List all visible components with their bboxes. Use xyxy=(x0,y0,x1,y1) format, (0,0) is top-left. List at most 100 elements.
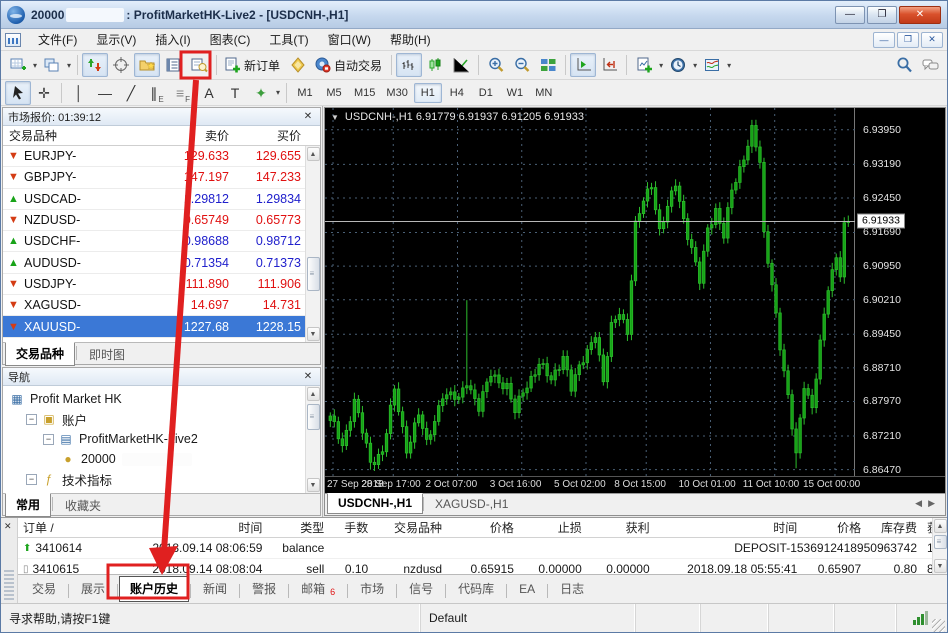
status-profile[interactable]: Default xyxy=(421,604,636,632)
navigator-scrollbar[interactable]: ▲ ▼ xyxy=(305,386,320,493)
trendline-tool[interactable]: ╱ xyxy=(118,81,144,105)
market-row-EURJPY[interactable]: ▼EURJPY-129.633129.655 xyxy=(3,146,305,167)
scroll-down-icon[interactable]: ▼ xyxy=(307,478,320,492)
metaeditor-button[interactable] xyxy=(285,53,311,77)
cursor-tool[interactable] xyxy=(5,81,31,105)
indicators-button[interactable] xyxy=(631,53,657,77)
docked-panel-grip[interactable]: ✕ xyxy=(1,518,18,603)
timeframe-d1-button[interactable]: D1 xyxy=(472,83,500,103)
chart-shift-toggle[interactable] xyxy=(596,53,622,77)
terminal-tab-4[interactable]: 新闻 xyxy=(192,576,238,602)
navigator-toggle[interactable] xyxy=(134,53,160,77)
time-axis[interactable]: 27 Sep 201828 Sep 17:002 Oct 07:003 Oct … xyxy=(325,476,945,493)
close-button[interactable]: ✕ xyxy=(899,6,941,24)
terminal-column-12[interactable]: 获利 xyxy=(922,519,932,536)
terminal-tab-9[interactable]: 代码库 xyxy=(447,576,505,602)
tile-windows-button[interactable] xyxy=(535,53,561,77)
channel-tool[interactable]: ∥E xyxy=(144,81,170,105)
templates-button-dropdown-icon[interactable]: ▾ xyxy=(725,61,733,70)
collapse-icon[interactable]: − xyxy=(26,474,37,485)
menu-item-3[interactable]: 插入(I) xyxy=(146,29,199,50)
terminal-tab-7[interactable]: 市场 xyxy=(349,576,395,602)
auto-scroll-toggle[interactable] xyxy=(570,53,596,77)
crosshair-tool[interactable]: ✛ xyxy=(31,81,57,105)
menu-item-5[interactable]: 工具(T) xyxy=(260,29,317,50)
collapse-icon[interactable]: − xyxy=(26,414,37,425)
chart-tab-1[interactable]: USDCNH-,H1 xyxy=(327,493,423,514)
terminal-column-9[interactable]: 时间 xyxy=(655,519,803,536)
autotrading-button[interactable]: 自动交易 xyxy=(311,53,387,77)
periods-button[interactable] xyxy=(665,53,691,77)
terminal-tab-10[interactable]: EA xyxy=(508,578,546,601)
market-watch-toggle[interactable] xyxy=(82,53,108,77)
child-minimize-button[interactable]: — xyxy=(873,32,895,48)
terminal-column-4[interactable]: 手数 xyxy=(329,519,373,536)
navigator-item-3[interactable]: −▤ProfitMarketHK-Live2 xyxy=(3,429,305,449)
scroll-up-icon[interactable]: ▲ xyxy=(307,387,320,401)
menu-item-7[interactable]: 帮助(H) xyxy=(381,29,440,50)
terminal-column-1[interactable]: 订单 / xyxy=(18,519,118,536)
minimize-button[interactable]: — xyxy=(835,6,865,24)
terminal-row-3410614[interactable]: ⬆34106142018.09.14 08:06:59balanceDEPOSI… xyxy=(18,538,932,559)
chart-window-icon[interactable] xyxy=(5,33,21,47)
profiles-button[interactable] xyxy=(39,53,65,77)
terminal-tab-11[interactable]: 日志 xyxy=(549,576,595,602)
terminal-tab-2[interactable]: 展示 xyxy=(70,576,116,602)
templates-button[interactable] xyxy=(699,53,725,77)
terminal-tab-6[interactable]: 邮箱6 xyxy=(290,576,346,602)
terminal-column-7[interactable]: 止损 xyxy=(519,519,587,536)
new-chart-button[interactable] xyxy=(5,53,31,77)
title-bar[interactable]: 20000 : ProfitMarketHK-Live2 - [USDCNH-,… xyxy=(1,1,947,29)
menu-item-4[interactable]: 图表(C) xyxy=(201,29,260,50)
new-order-button[interactable]: 新订单 xyxy=(221,53,285,77)
shapes-tool-dropdown-icon[interactable]: ▾ xyxy=(274,88,282,97)
terminal-column-11[interactable]: 库存费 xyxy=(866,519,922,536)
navigator-item-1[interactable]: ▦Profit Market HK xyxy=(3,389,305,409)
market-row-USDJPY[interactable]: ▼USDJPY-111.890111.906 xyxy=(3,274,305,295)
scroll-up-icon[interactable]: ▲ xyxy=(934,519,947,533)
child-close-button[interactable]: ✕ xyxy=(921,32,943,48)
navigator-item-5[interactable]: −ƒ技术指标 xyxy=(3,469,305,489)
scroll-down-icon[interactable]: ▼ xyxy=(934,559,947,573)
terminal-tab-1[interactable]: 交易 xyxy=(21,576,67,602)
terminal-scrollbar[interactable]: ▲ ▼ xyxy=(932,518,947,574)
timeframe-m5-button[interactable]: M5 xyxy=(320,83,348,103)
terminal-column-3[interactable]: 类型 xyxy=(267,519,329,536)
tab-scroll-left-icon[interactable]: ◀ xyxy=(915,498,922,509)
periods-button-dropdown-icon[interactable]: ▾ xyxy=(691,61,699,70)
child-restore-button[interactable]: ❐ xyxy=(897,32,919,48)
new-chart-button-dropdown-icon[interactable]: ▾ xyxy=(31,61,39,70)
chart-tab-2[interactable]: XAGUSD-,H1 xyxy=(424,494,519,515)
menu-item-2[interactable]: 显示(V) xyxy=(87,29,145,50)
profiles-button-dropdown-icon[interactable]: ▾ xyxy=(65,61,73,70)
scroll-up-icon[interactable]: ▲ xyxy=(307,147,320,161)
menu-item-1[interactable]: 文件(F) xyxy=(29,29,86,50)
market-watch-close-icon[interactable]: ✕ xyxy=(301,111,315,122)
timeframe-h4-button[interactable]: H4 xyxy=(443,83,471,103)
market-row-XAGUSD[interactable]: ▼XAGUSD-14.69714.731 xyxy=(3,295,305,316)
terminal-column-2[interactable]: 时间 xyxy=(118,519,268,536)
navigator-item-2[interactable]: −▣账户 xyxy=(3,409,305,429)
terminal-row-3410615[interactable]: ▯34106152018.09.14 08:08:04sell0.10nzdus… xyxy=(18,559,932,574)
market-row-USDCHF[interactable]: ▲USDCHF-0.986880.98712 xyxy=(3,231,305,252)
price-axis[interactable]: 6.939506.931906.924506.916906.909506.902… xyxy=(855,108,945,476)
shapes-tool[interactable]: ✦ xyxy=(248,81,274,105)
chevron-down-icon[interactable]: ▼ xyxy=(331,113,339,122)
horizontal-line-tool[interactable]: — xyxy=(92,81,118,105)
indicators-button-dropdown-icon[interactable]: ▾ xyxy=(657,61,665,70)
label-tool[interactable]: T xyxy=(222,81,248,105)
market-row-USDCAD[interactable]: ▲USDCAD-1.298121.29834 xyxy=(3,189,305,210)
bar-chart-button[interactable] xyxy=(396,53,422,77)
terminal-column-5[interactable]: 交易品种 xyxy=(373,519,447,536)
data-window-toggle[interactable] xyxy=(108,53,134,77)
market-row-AUDUSD[interactable]: ▲AUDUSD-0.713540.71373 xyxy=(3,252,305,273)
timeframe-w1-button[interactable]: W1 xyxy=(501,83,529,103)
timeframe-m15-button[interactable]: M15 xyxy=(349,83,380,103)
collapse-icon[interactable]: − xyxy=(43,434,54,445)
market-watch-tab-2[interactable]: 即时图 xyxy=(78,343,136,367)
timeframe-m30-button[interactable]: M30 xyxy=(381,83,412,103)
fibonacci-tool[interactable]: ≡F xyxy=(170,81,196,105)
market-row-NZDUSD[interactable]: ▼NZDUSD-0.657490.65773 xyxy=(3,210,305,231)
text-tool[interactable]: A xyxy=(196,81,222,105)
candlestick-button[interactable] xyxy=(422,53,448,77)
